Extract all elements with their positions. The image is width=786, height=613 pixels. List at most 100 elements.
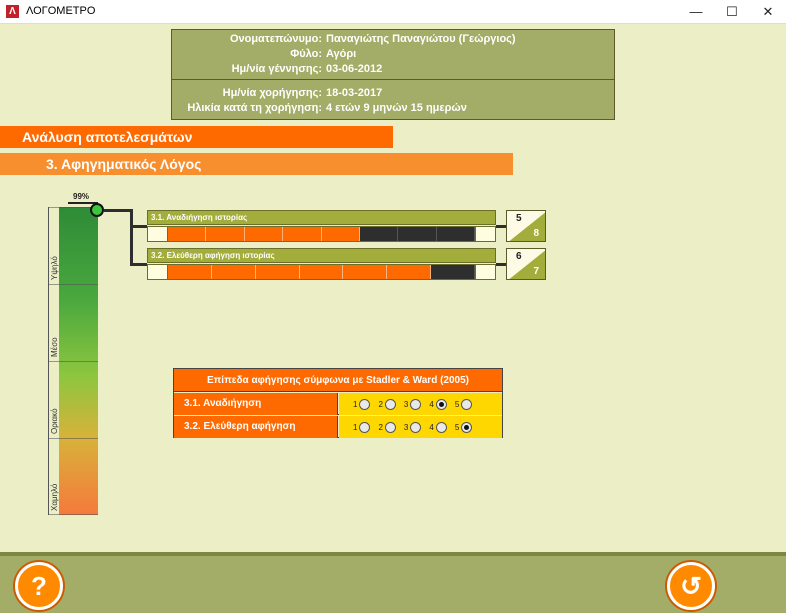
analysis-section-header: Ανάλυση αποτελεσμάτων [0, 126, 393, 148]
narrative-section-header: 3. Αφηγηματικός Λόγος [0, 153, 513, 175]
birth-date-row: Ημ/νία γέννησης: 03-06-2012 [172, 63, 614, 78]
score-cell-empty [436, 227, 475, 241]
gender-row: Φύλο: Αγόρι [172, 48, 614, 63]
score-title: 3.1. Αναδιήγηση ιστορίας [147, 210, 496, 225]
info-divider [172, 79, 614, 80]
level-option-label: 3 [403, 399, 409, 409]
score-cell-end [475, 265, 496, 279]
gauge-tick [48, 284, 98, 285]
birth-date-label: Ημ/νία γέννησης: [231, 63, 322, 75]
close-button[interactable]: ✕ [750, 0, 786, 24]
stadler-row-free-narration: 3.2. Ελεύθερη αφήγηση 1 2 3 4 5 [174, 416, 502, 438]
title-bar: Λ ΛΟΓΟΜΕΤΡΟ — ☐ ✕ [0, 0, 786, 24]
score-cell-filled [168, 265, 212, 279]
level-option[interactable]: 5 [454, 421, 473, 433]
app-logo-icon: Λ [6, 5, 19, 18]
score-cell-filled [387, 265, 432, 279]
connector-line [130, 225, 147, 228]
score-cells [147, 226, 496, 242]
level-radio-group: 1 2 3 4 5 [339, 416, 502, 438]
score-cell-filled [283, 227, 322, 241]
score-value: 6 [516, 251, 522, 262]
gender-label: Φύλο: [290, 48, 322, 60]
connector-line [130, 209, 133, 265]
score-cell-filled [255, 265, 300, 279]
level-option[interactable]: 4 [429, 398, 447, 410]
level-radio[interactable] [461, 398, 473, 410]
patient-info-panel: Ονοματεπώνυμο: Παναγιώτης Παναγιώτου (Γε… [171, 29, 615, 120]
gauge-marker-dot [90, 203, 104, 217]
level-option-label: 2 [378, 422, 383, 432]
test-date-label: Ημ/νία χορήγησης: [222, 87, 322, 99]
score-box-triangle [507, 249, 545, 279]
name-label: Ονοματεπώνυμο: [229, 33, 322, 45]
level-radio[interactable] [359, 398, 371, 410]
stadler-row-label: 3.1. Αναδιήγηση [174, 393, 338, 415]
level-option-label: 3 [403, 422, 409, 432]
level-option-label: 1 [353, 422, 358, 432]
gauge-level-low: Χαμηλό [50, 483, 59, 511]
score-cell-filled [343, 265, 388, 279]
level-radio[interactable] [384, 421, 396, 433]
gauge-tick [48, 361, 98, 362]
level-option-label: 1 [353, 399, 358, 409]
minimize-button[interactable]: — [678, 0, 714, 24]
test-date-value: 18-03-2017 [326, 87, 383, 99]
level-radio[interactable] [359, 421, 371, 433]
back-button[interactable]: ↺ [667, 562, 715, 610]
gauge-percent: 99% [73, 192, 90, 201]
stadler-row-retelling: 3.1. Αναδιήγηση 1 2 3 4 5 [174, 393, 502, 415]
score-cell-filled [321, 227, 360, 241]
score-max: 8 [533, 228, 539, 239]
level-option[interactable]: 1 [353, 421, 371, 433]
stadler-table-title: Επίπεδα αφήγησης σύμφωνα με Stadler & Wa… [174, 369, 502, 392]
level-radio[interactable] [435, 398, 447, 410]
score-cell-filled [206, 227, 245, 241]
window-title: ΛΟΓΟΜΕΤΡΟ [26, 5, 96, 17]
level-option[interactable]: 2 [378, 421, 396, 433]
score-cells [147, 264, 496, 280]
score-cell-empty [398, 227, 437, 241]
score-cell-filled [244, 227, 284, 241]
level-option-label: 2 [378, 399, 383, 409]
name-value: Παναγιώτης Παναγιώτου (Γεώργιος) [326, 33, 516, 45]
level-option[interactable]: 3 [403, 398, 422, 410]
gauge-level-borderline: Οριακό [50, 408, 59, 434]
score-cell-filled [211, 265, 256, 279]
level-radio[interactable] [435, 421, 447, 433]
level-option[interactable]: 3 [403, 421, 422, 433]
gauge-tick [48, 438, 98, 439]
score-value: 5 [516, 213, 522, 224]
help-button[interactable]: ? [15, 562, 63, 610]
connector-line [496, 263, 506, 266]
connector-line [104, 209, 131, 212]
birth-date-value: 03-06-2012 [326, 63, 383, 75]
level-option[interactable]: 4 [429, 421, 447, 433]
level-option[interactable]: 2 [378, 398, 396, 410]
score-box-retelling: 5 8 [506, 210, 546, 242]
maximize-button[interactable]: ☐ [714, 0, 750, 24]
gauge-level-medium: Μέσο [50, 337, 59, 357]
test-date-row: Ημ/νία χορήγησης: 18-03-2017 [172, 87, 614, 102]
score-cell-empty [359, 227, 399, 241]
age-row: Ηλικία κατά τη χορήγηση: 4 ετών 9 μηνών … [172, 102, 614, 117]
level-option-label: 5 [454, 422, 460, 432]
connector-line [130, 263, 147, 266]
level-option[interactable]: 5 [454, 398, 473, 410]
gauge-tick [48, 514, 98, 515]
gender-value: Αγόρι [326, 48, 357, 60]
score-cell-filled [299, 265, 344, 279]
level-radio-group: 1 2 3 4 5 [339, 393, 502, 415]
level-radio[interactable] [461, 421, 473, 433]
level-radio[interactable] [410, 398, 422, 410]
connector-line [496, 225, 506, 228]
score-cell-end [475, 227, 495, 241]
level-option[interactable]: 1 [353, 398, 371, 410]
level-option-label: 5 [454, 399, 460, 409]
score-cell-empty [431, 265, 476, 279]
level-radio[interactable] [410, 421, 422, 433]
level-option-label: 4 [429, 422, 434, 432]
score-max: 7 [533, 266, 539, 277]
score-box-triangle [507, 211, 545, 241]
level-radio[interactable] [384, 398, 396, 410]
